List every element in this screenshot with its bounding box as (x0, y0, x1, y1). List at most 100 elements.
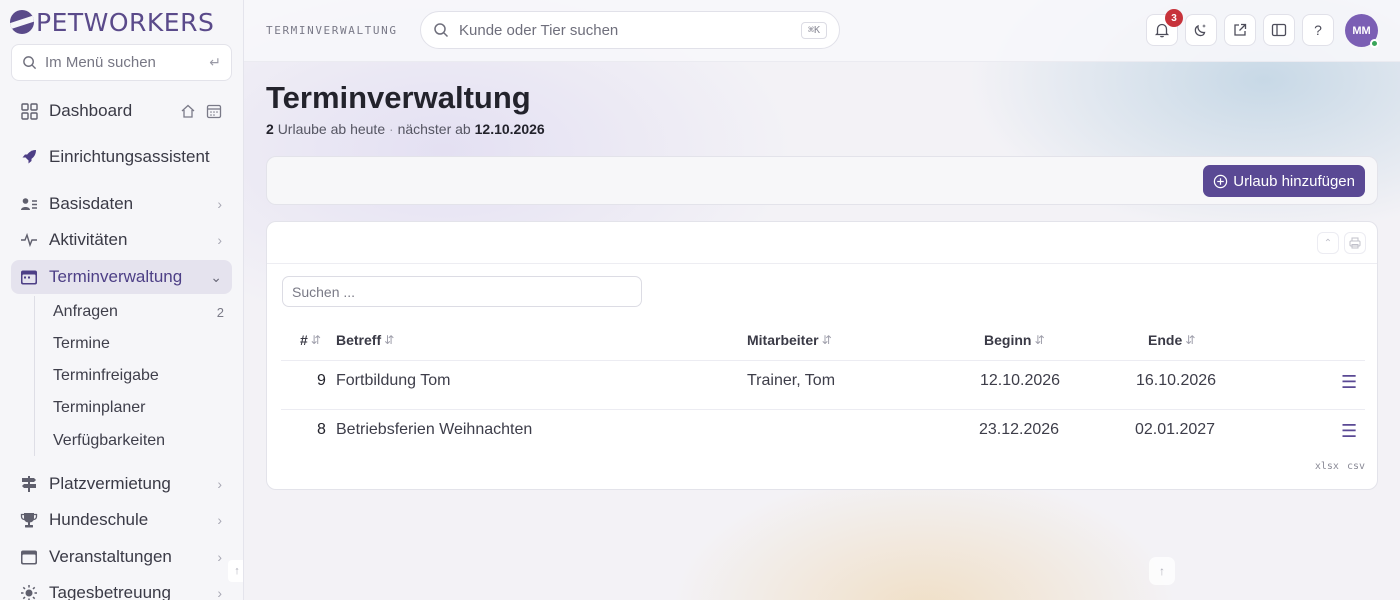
table-search-placeholder: Suchen ... (292, 283, 356, 300)
print-button[interactable] (1344, 232, 1366, 254)
row-menu-icon[interactable]: ☰ (1341, 372, 1357, 393)
sidebar-item-label: Platzvermietung (49, 474, 171, 493)
search-icon (434, 23, 449, 38)
sort-icon: ⇵ (384, 333, 395, 347)
column-header-id[interactable]: # ⇵ (300, 332, 321, 348)
export-xlsx-link[interactable]: xlsx (1315, 461, 1339, 472)
help-button[interactable]: ? (1302, 14, 1334, 46)
scroll-top-button[interactable]: ↑ (228, 560, 243, 582)
subtitle-separator: · (389, 121, 394, 137)
notifications-button[interactable]: 3 (1146, 9, 1183, 46)
sidebar-subitem-label: Terminfreigabe (53, 367, 159, 384)
home-icon[interactable] (180, 103, 196, 119)
global-search-placeholder: Kunde oder Tier suchen (459, 21, 619, 39)
column-label: Mitarbeiter (747, 332, 819, 348)
cell-start: 23.12.2026 (979, 421, 1060, 438)
collapse-button[interactable]: ⌃ (1317, 232, 1339, 254)
menu-search-placeholder: Im Menü suchen (45, 54, 156, 71)
count-badge: 2 (216, 304, 224, 320)
column-header-betreff[interactable]: Betreff ⇵ (336, 332, 394, 348)
sidebar-item-terminverwaltung[interactable]: Terminverwaltung ⌄ (11, 260, 232, 294)
plus-circle-icon (1214, 174, 1228, 188)
scroll-top-button[interactable]: ↑ (1149, 557, 1175, 585)
toggle-sidebar-button[interactable] (1263, 14, 1295, 46)
sidebar-item-veranstaltungen[interactable]: Veranstaltungen › (11, 540, 232, 574)
row-menu-icon[interactable]: ☰ (1341, 421, 1357, 442)
sidebar-item-label: Hundeschule (49, 510, 149, 529)
avatar-initials: MM (1352, 24, 1371, 37)
chevron-right-icon: › (217, 196, 222, 212)
export-csv-link[interactable]: csv (1347, 461, 1365, 472)
cell-end: 16.10.2026 (1136, 372, 1217, 389)
cell-id: 8 (317, 421, 326, 438)
chevron-right-icon: › (217, 232, 222, 248)
next-vacation-date: 12.10.2026 (474, 121, 545, 137)
search-icon (23, 56, 37, 70)
sort-icon: ⇵ (1185, 333, 1196, 347)
chevron-up-icon: ⌃ (1323, 237, 1333, 249)
printer-icon (1349, 237, 1361, 249)
column-header-ende[interactable]: Ende ⇵ (1148, 332, 1195, 348)
menu-search-input[interactable]: Im Menü suchen ↵ (11, 44, 232, 81)
page-title: Terminverwaltung (266, 80, 531, 115)
sidebar-item-label: Dashboard (49, 101, 133, 120)
sun-icon (19, 583, 39, 600)
sidebar-subitem-terminplaner[interactable]: Terminplaner (53, 394, 228, 422)
sidebar-item-platzvermietung[interactable]: Platzvermietung › (11, 467, 232, 501)
chevron-right-icon: › (217, 476, 222, 492)
sidebar-item-tagesbetreuung[interactable]: Tagesbetreuung › (11, 576, 232, 600)
sidebar-item-label: Tagesbetreuung (49, 583, 171, 600)
cell-employee: Trainer, Tom (747, 372, 836, 389)
logo-icon (10, 10, 34, 34)
table-search-input[interactable]: Suchen ... (282, 276, 642, 307)
sort-icon: ⇵ (1034, 333, 1045, 347)
grid-icon (19, 101, 39, 121)
calendar-icon (19, 267, 39, 287)
online-status-dot (1370, 39, 1379, 48)
sidebar-item-label: Einrichtungsassistent (49, 147, 210, 166)
open-external-button[interactable] (1224, 14, 1256, 46)
sidebar-item-hundeschule[interactable]: Hundeschule › (11, 503, 232, 537)
sidebar-item-aktivitaeten[interactable]: Aktivitäten › (11, 223, 232, 257)
add-vacation-button[interactable]: Urlaub hinzufügen (1203, 165, 1365, 197)
sidebar-subitem-verfuegbarkeiten[interactable]: Verfügbarkeiten (53, 427, 228, 455)
chevron-down-icon: ⌄ (210, 268, 222, 285)
cell-start: 12.10.2026 (980, 372, 1061, 389)
column-header-beginn[interactable]: Beginn ⇵ (984, 332, 1045, 348)
global-search-input[interactable]: Kunde oder Tier suchen ⌘K (420, 11, 840, 49)
address-card-icon (19, 194, 39, 214)
breadcrumb: TERMINVERWALTUNG (266, 24, 398, 37)
brand-logo[interactable]: PETWORKERS (10, 6, 214, 38)
sidebar-item-dashboard[interactable]: Dashboard (11, 94, 232, 128)
chevron-right-icon: › (217, 512, 222, 528)
column-label: Ende (1148, 332, 1183, 348)
chevron-right-icon: › (217, 585, 222, 600)
external-link-icon (1234, 23, 1247, 36)
sidebar-subitem-terminfreigabe[interactable]: Terminfreigabe (53, 362, 228, 390)
theme-toggle-button[interactable] (1185, 14, 1217, 46)
column-header-mitarbeiter[interactable]: Mitarbeiter ⇵ (747, 332, 832, 348)
cell-subject: Betriebsferien Weihnachten (336, 421, 533, 438)
rocket-icon (19, 147, 39, 167)
sidebar-subitem-termine[interactable]: Termine (53, 330, 228, 358)
notification-badge: 3 (1165, 9, 1183, 27)
cell-subject: Fortbildung Tom (336, 372, 451, 389)
export-links: xlsx csv (1315, 461, 1365, 472)
vacation-count: 2 (266, 121, 274, 137)
subtitle-next-label: nächster ab (397, 121, 471, 137)
sidebar-subitem-anfragen[interactable]: Anfragen 2 (53, 298, 228, 326)
calendar-box-icon (19, 547, 39, 567)
enter-icon: ↵ (209, 54, 221, 70)
add-vacation-label: Urlaub hinzufügen (1233, 172, 1355, 190)
action-bar: Urlaub hinzufügen (266, 156, 1378, 205)
submenu-guide-line (34, 296, 35, 456)
sidebar-item-label: Basisdaten (49, 194, 134, 213)
sidebar-subitem-label: Terminplaner (53, 399, 146, 416)
brand-name: PETWORKERS (36, 7, 215, 37)
calendar-icon[interactable] (206, 103, 222, 119)
user-avatar[interactable]: MM (1345, 14, 1379, 48)
sidebar-item-basisdaten[interactable]: Basisdaten › (11, 187, 232, 221)
sidebar-item-einrichtungsassistent[interactable]: Einrichtungsassistent (11, 140, 232, 174)
sidebar-subitem-label: Anfragen (53, 303, 118, 320)
sidebar: PETWORKERS Im Menü suchen ↵ Dashboard Ei… (0, 0, 244, 600)
